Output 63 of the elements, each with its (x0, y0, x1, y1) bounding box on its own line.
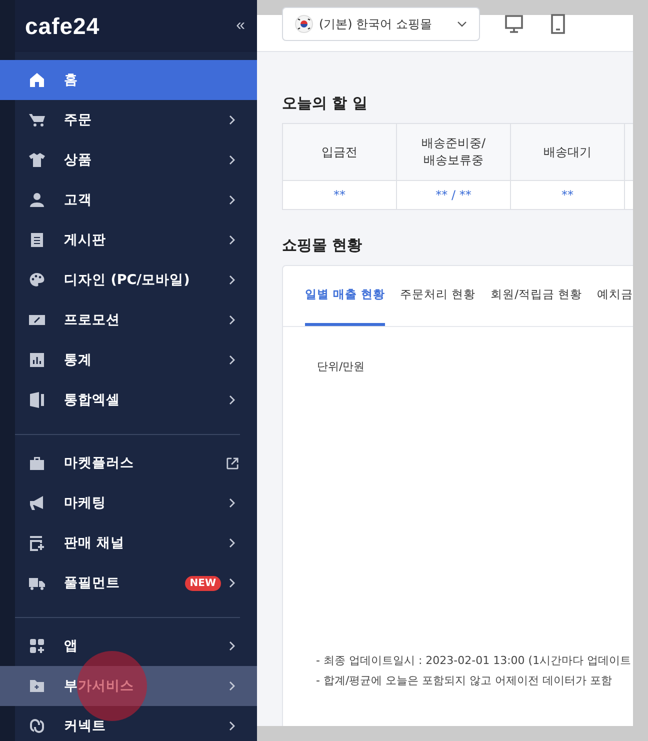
apps-icon (29, 638, 45, 654)
menu-item[interactable]: 통합엑셀 (0, 380, 257, 420)
external-link-icon (226, 456, 239, 470)
table-cell[interactable]: ** (283, 181, 396, 210)
home-icon (29, 72, 45, 88)
flag-icon (295, 15, 313, 33)
menu-item[interactable]: 주문 (0, 100, 257, 140)
menu-item[interactable]: 디자인 (PC/모바일) (0, 260, 257, 300)
board-icon (29, 232, 45, 248)
menu-item[interactable]: 판매 채널 (0, 523, 257, 563)
store-select[interactable]: (기본) 한국어 쇼핑몰 (282, 7, 480, 41)
link-icon (29, 718, 45, 734)
chevron-icon (229, 355, 235, 365)
table-cell[interactable]: ** / ** (397, 181, 510, 210)
store-icon (29, 535, 45, 551)
chevron-icon (229, 498, 235, 508)
menu-item[interactable]: 마켓플러스 (0, 443, 257, 483)
menu-item[interactable]: 앱 (0, 626, 257, 666)
note-text: - 합계/평균에 오늘은 포함되지 않고 어제이전 데이터가 포함 (316, 673, 614, 689)
chevron-icon (229, 315, 235, 325)
caret-icon (457, 21, 467, 27)
menu-item[interactable]: 풀필먼트 NEW (0, 563, 257, 603)
chevron-icon (229, 115, 235, 125)
tab[interactable]: 일별 매출 현황 (305, 266, 386, 326)
folder-icon (29, 678, 45, 694)
chevron-icon (229, 235, 235, 245)
logo[interactable]: cafe24 (25, 12, 100, 40)
unit-label: 단위/만원 (317, 359, 366, 374)
section-title: 쇼핑몰 현황 (282, 236, 364, 255)
stats-icon (29, 352, 45, 368)
menu-item[interactable]: 고객 (0, 180, 257, 220)
palette-icon (29, 272, 45, 288)
chevron-icon (229, 721, 235, 731)
collapse-button[interactable]: « (236, 17, 245, 35)
menu-item[interactable]: 상품 (0, 140, 257, 180)
menu-item[interactable]: 마케팅 (0, 483, 257, 523)
table-cell[interactable]: ** (511, 181, 624, 210)
tab[interactable]: 주문처리 현황 (400, 266, 476, 326)
shirt-icon (29, 152, 45, 168)
megaphone-icon (29, 495, 45, 511)
chevron-icon (229, 641, 235, 651)
chevron-icon (229, 155, 235, 165)
chevron-icon (229, 538, 235, 548)
tab[interactable]: 회원/적립금 현황 (490, 266, 582, 326)
tab[interactable]: 예치금 (597, 266, 633, 326)
chevron-icon (229, 681, 235, 691)
menu-item[interactable]: 통계 (0, 340, 257, 380)
new-badge: NEW (184, 576, 221, 590)
chevron-icon (229, 275, 235, 285)
person-icon (29, 192, 45, 208)
chevron-icon (229, 195, 235, 205)
truck-icon (29, 575, 45, 591)
section-title: 오늘의 할 일 (282, 94, 368, 113)
cart-icon (29, 112, 45, 128)
menu-item[interactable]: 커넥트 (0, 706, 257, 741)
menu-item[interactable]: 게시판 (0, 220, 257, 260)
note-text: - 최종 업데이트일시 : 2023-02-01 13:00 (1시간마다 업데이트 (316, 653, 632, 669)
chevron-icon (229, 395, 235, 405)
menu-item[interactable]: 홈 (0, 60, 257, 100)
menu-item[interactable]: 프로모션 (0, 300, 257, 340)
chevron-icon (229, 578, 235, 588)
tablet-icon[interactable] (548, 14, 568, 34)
desktop-icon[interactable] (504, 14, 524, 34)
